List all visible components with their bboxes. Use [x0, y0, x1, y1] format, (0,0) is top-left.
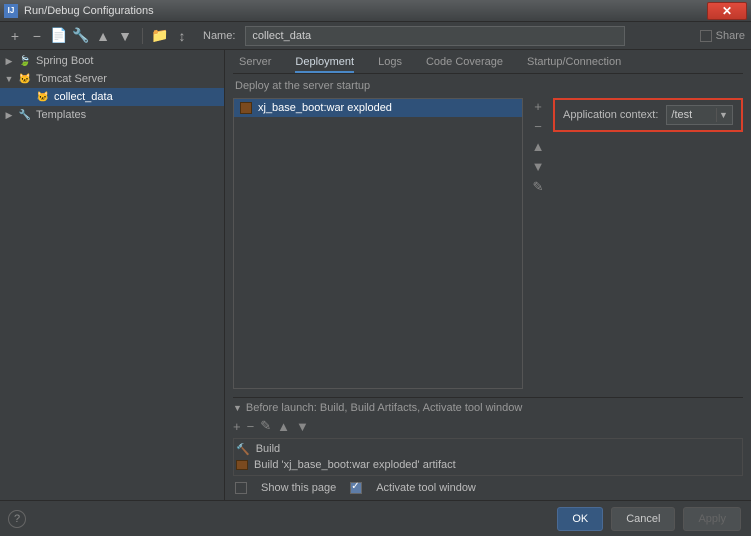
tab-logs[interactable]: Logs: [378, 54, 402, 73]
before-task-artifact[interactable]: Build 'xj_base_boot:war exploded' artifa…: [236, 457, 740, 473]
tree-label: Tomcat Server: [36, 73, 107, 85]
remove-config-icon[interactable]: −: [28, 27, 46, 45]
activate-window-checkbox[interactable]: [350, 482, 362, 494]
add-task-icon[interactable]: +: [233, 419, 241, 434]
before-task-build[interactable]: 🔨 Build: [236, 441, 740, 457]
artifact-label: xj_base_boot:war exploded: [258, 102, 392, 114]
config-tree: ▶ 🍃 Spring Boot ▼ 🐱 Tomcat Server 🐱 coll…: [0, 50, 225, 500]
activate-window-label: Activate tool window: [376, 482, 476, 494]
chevron-down-icon[interactable]: ▼: [233, 403, 242, 413]
tomcat-icon: 🐱: [18, 72, 32, 86]
share-label: Share: [716, 30, 745, 42]
chevron-down-icon: ▼: [716, 108, 730, 122]
settings-icon[interactable]: 🔧: [72, 27, 90, 45]
help-icon[interactable]: ?: [8, 510, 26, 528]
task-up-icon[interactable]: ▲: [277, 419, 290, 434]
tab-deployment[interactable]: Deployment: [295, 54, 354, 73]
spring-icon: 🍃: [18, 54, 32, 68]
chevron-right-icon: ▶: [4, 110, 14, 121]
task-label: Build: [256, 443, 280, 455]
separator: [142, 28, 143, 44]
tree-label: Templates: [36, 109, 86, 121]
tab-startup-connection[interactable]: Startup/Connection: [527, 54, 621, 73]
name-input[interactable]: [245, 26, 625, 46]
tomcat-run-icon: 🐱: [36, 90, 50, 104]
close-button[interactable]: ✕: [707, 2, 747, 20]
expand-icon[interactable]: ↕: [173, 27, 191, 45]
wrench-icon: 🔧: [18, 108, 32, 122]
deploy-section-label: Deploy at the server startup: [233, 74, 743, 98]
application-context-group: Application context: /test ▼: [553, 98, 743, 132]
before-launch-list[interactable]: 🔨 Build Build 'xj_base_boot:war exploded…: [233, 438, 743, 476]
application-context-value: /test: [671, 109, 692, 121]
remove-artifact-icon[interactable]: −: [534, 120, 542, 134]
deploy-artifact-list[interactable]: xj_base_boot:war exploded: [233, 98, 523, 389]
app-icon: IJ: [4, 4, 18, 18]
tab-server[interactable]: Server: [239, 54, 271, 73]
name-label: Name:: [203, 30, 235, 42]
add-artifact-icon[interactable]: +: [534, 100, 542, 114]
folder-icon[interactable]: 📁: [151, 27, 169, 45]
ok-button[interactable]: OK: [557, 507, 603, 531]
move-up-artifact-icon[interactable]: ▲: [532, 140, 545, 154]
tree-label: Spring Boot: [36, 55, 93, 67]
artifact-icon: [240, 102, 252, 114]
move-down-icon[interactable]: ▼: [116, 27, 134, 45]
share-checkbox[interactable]: [700, 30, 712, 42]
application-context-label: Application context:: [563, 109, 658, 121]
tree-tomcat-server[interactable]: ▼ 🐱 Tomcat Server: [0, 70, 224, 88]
move-up-icon[interactable]: ▲: [94, 27, 112, 45]
artifact-icon: [236, 460, 248, 470]
edit-task-icon[interactable]: ✎: [260, 418, 271, 434]
task-down-icon[interactable]: ▼: [296, 419, 309, 434]
show-page-label: Show this page: [261, 482, 336, 494]
tree-collect-data[interactable]: 🐱 collect_data: [0, 88, 224, 106]
application-context-combo[interactable]: /test ▼: [666, 105, 733, 125]
copy-config-icon[interactable]: 📄: [50, 27, 68, 45]
tree-label: collect_data: [54, 91, 113, 103]
apply-button[interactable]: Apply: [683, 507, 741, 531]
deploy-artifact-item[interactable]: xj_base_boot:war exploded: [234, 99, 522, 117]
show-page-checkbox[interactable]: [235, 482, 247, 494]
tree-templates[interactable]: ▶ 🔧 Templates: [0, 106, 224, 124]
before-launch-header: Before launch: Build, Build Artifacts, A…: [246, 402, 522, 414]
cancel-button[interactable]: Cancel: [611, 507, 675, 531]
move-down-artifact-icon[interactable]: ▼: [532, 160, 545, 174]
edit-artifact-icon[interactable]: ✎: [533, 180, 544, 194]
tab-code-coverage[interactable]: Code Coverage: [426, 54, 503, 73]
chevron-right-icon: ▶: [4, 56, 14, 67]
window-title: Run/Debug Configurations: [24, 5, 707, 17]
tree-spring-boot[interactable]: ▶ 🍃 Spring Boot: [0, 52, 224, 70]
hammer-icon: 🔨: [236, 443, 250, 456]
task-label: Build 'xj_base_boot:war exploded' artifa…: [254, 459, 456, 471]
chevron-down-icon: ▼: [4, 74, 14, 84]
add-config-icon[interactable]: +: [6, 27, 24, 45]
remove-task-icon[interactable]: −: [247, 419, 255, 434]
